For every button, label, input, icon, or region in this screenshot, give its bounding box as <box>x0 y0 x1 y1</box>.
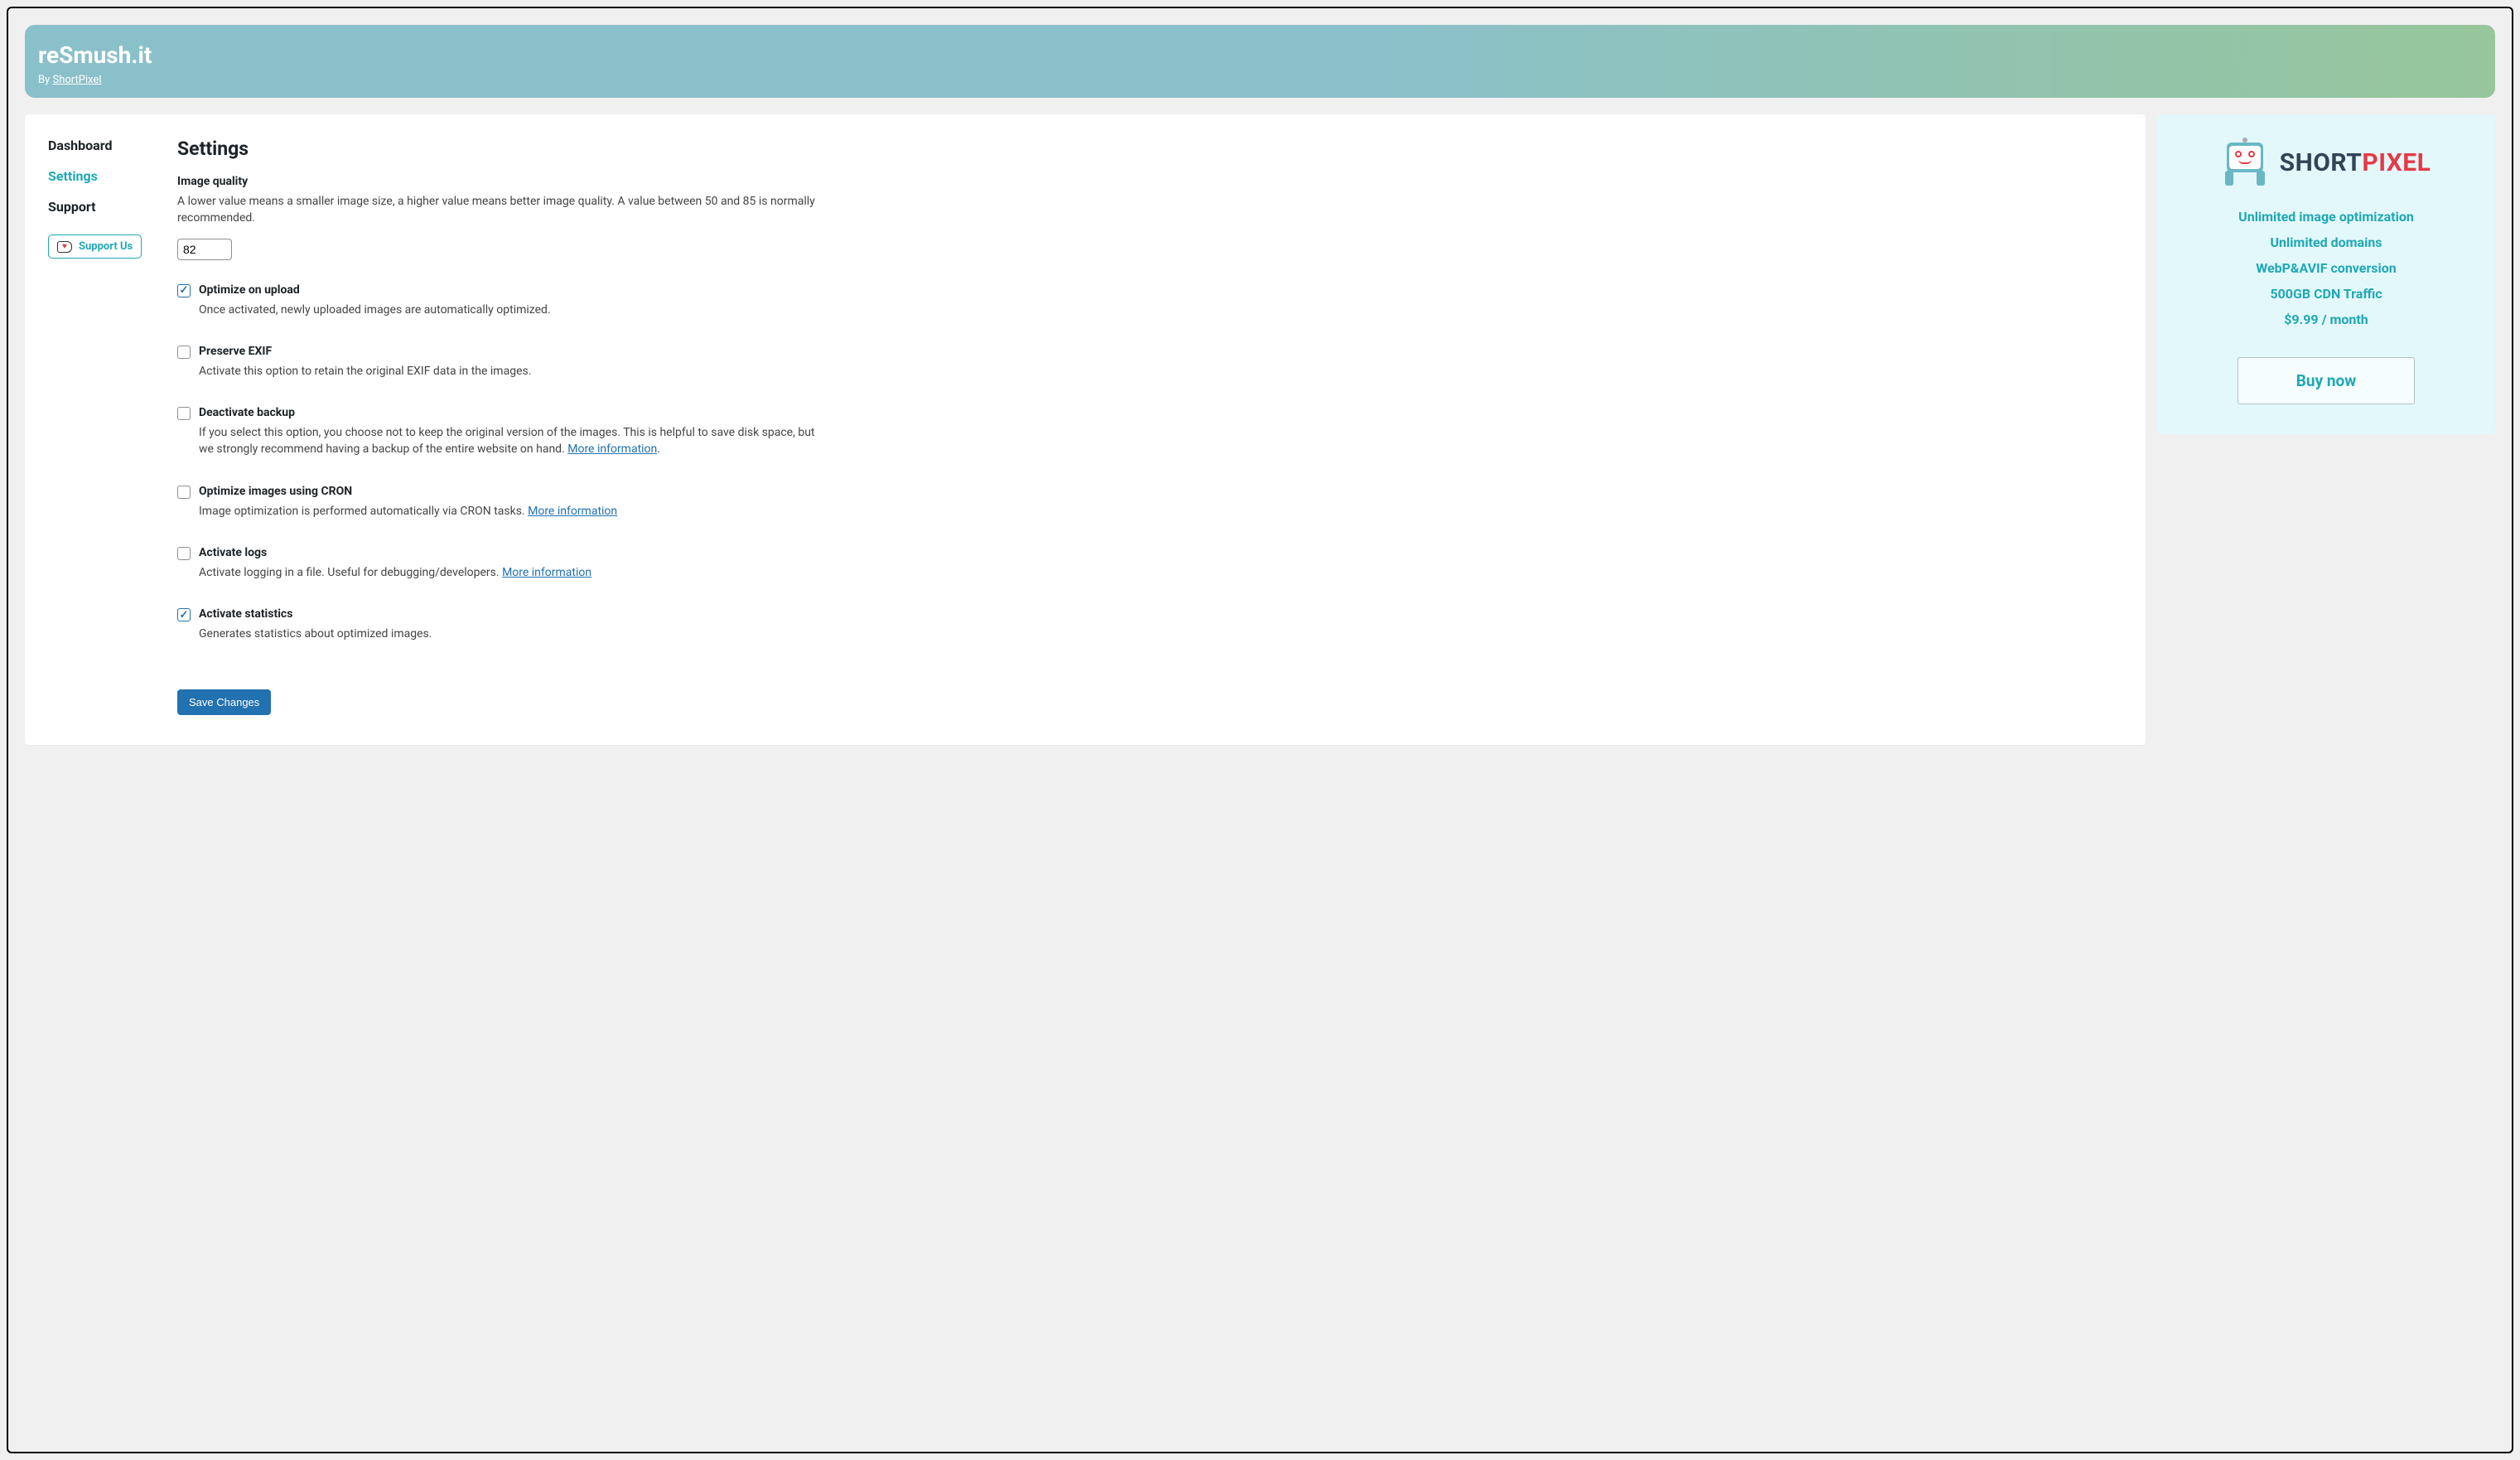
checkbox-logs[interactable] <box>177 547 191 560</box>
image-quality-input[interactable] <box>177 239 232 260</box>
page-title: Settings <box>177 138 832 160</box>
option-title: Preserve EXIF <box>199 345 832 358</box>
image-quality-label: Image quality <box>177 175 832 188</box>
promo-feature: WebP&AVIF conversion <box>2174 260 2479 276</box>
save-changes-button[interactable]: Save Changes <box>177 689 271 715</box>
option-cron: Optimize images using CRON Image optimiza… <box>177 485 832 520</box>
option-desc: Image optimization is performed automati… <box>199 503 832 520</box>
kofi-icon <box>57 241 72 253</box>
header-byline: By ShortPixel <box>38 74 2482 86</box>
option-title: Activate statistics <box>199 607 832 621</box>
promo-feature: $9.99 / month <box>2174 312 2479 327</box>
option-desc: Activate logging in a file. Useful for d… <box>199 564 832 581</box>
header-banner: reSmush.it By ShortPixel <box>25 25 2495 98</box>
byline-link[interactable]: ShortPixel <box>52 74 101 86</box>
option-title: Activate logs <box>199 546 832 559</box>
option-preserve_exif: Preserve EXIF Activate this option to ret… <box>177 345 832 380</box>
option-deactivate_backup: Deactivate backup If you select this opti… <box>177 406 832 458</box>
settings-content: Settings Image quality A lower value mea… <box>177 138 832 715</box>
option-desc: Generates statistics about optimized ima… <box>199 626 832 642</box>
more-info-link[interactable]: More information <box>502 566 591 579</box>
option-desc: Once activated, newly uploaded images ar… <box>199 302 832 318</box>
more-info-link[interactable]: More information <box>567 442 657 456</box>
nav-item-settings[interactable]: Settings <box>48 168 177 184</box>
checkbox-stats[interactable] <box>177 608 191 621</box>
robot-icon <box>2222 139 2268 186</box>
sidebar-nav: Dashboard Settings Support Support Us <box>48 138 177 715</box>
promo-feature: Unlimited image optimization <box>2174 209 2479 225</box>
main-card: Dashboard Settings Support Support Us Se… <box>25 114 2146 745</box>
checkbox-optimize_upload[interactable] <box>177 284 191 297</box>
app-title: reSmush.it <box>38 41 2482 69</box>
promo-card: SHORTPIXEL Unlimited image optimization U… <box>2157 114 2495 434</box>
promo-feature: Unlimited domains <box>2174 234 2479 250</box>
promo-feature: 500GB CDN Traffic <box>2174 286 2479 302</box>
promo-brand: SHORTPIXEL <box>2280 148 2431 177</box>
option-title: Optimize images using CRON <box>199 485 832 498</box>
checkbox-cron[interactable] <box>177 486 191 499</box>
option-logs: Activate logs Activate logging in a file.… <box>177 546 832 581</box>
support-us-button[interactable]: Support Us <box>48 234 142 259</box>
buy-now-button[interactable]: Buy now <box>2238 357 2415 404</box>
checkbox-deactivate_backup[interactable] <box>177 407 191 420</box>
more-info-link[interactable]: More information <box>528 505 617 518</box>
image-quality-desc: A lower value means a smaller image size… <box>177 193 832 227</box>
option-title: Deactivate backup <box>199 406 832 419</box>
option-stats: Activate statistics Generates statistics … <box>177 607 832 642</box>
option-desc: If you select this option, you choose no… <box>199 424 832 458</box>
checkbox-preserve_exif[interactable] <box>177 346 191 359</box>
nav-item-dashboard[interactable]: Dashboard <box>48 138 177 153</box>
nav-item-support[interactable]: Support <box>48 199 177 215</box>
option-desc: Activate this option to retain the origi… <box>199 363 832 380</box>
option-title: Optimize on upload <box>199 283 832 297</box>
promo-logo: SHORTPIXEL <box>2174 139 2479 186</box>
option-optimize_upload: Optimize on upload Once activated, newly … <box>177 283 832 318</box>
